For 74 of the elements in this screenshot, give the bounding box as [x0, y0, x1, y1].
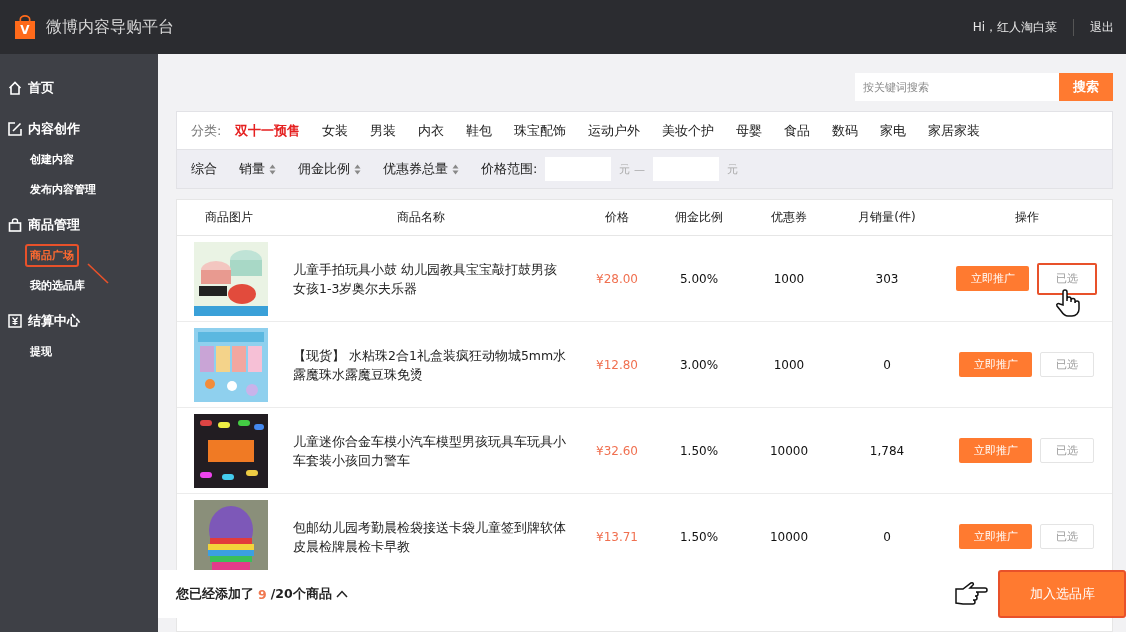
sidebar-item[interactable]: 提现 — [25, 340, 57, 363]
sales-cell-text: 303 — [874, 271, 900, 286]
edit-icon — [8, 122, 22, 136]
sidebar-section[interactable]: 内容创作 — [28, 120, 80, 138]
column-header: 操作 — [1013, 209, 1040, 226]
sidebar-item[interactable]: 我的选品库 — [25, 274, 90, 297]
commission-cell-text: 1.50% — [678, 443, 720, 458]
price-cell-text: ¥32.60 — [595, 443, 639, 458]
yuan-icon — [8, 314, 22, 328]
sidebar-section[interactable]: 结算中心 — [28, 312, 80, 330]
category-tab[interactable]: 数码 — [832, 121, 859, 140]
user-greeting: Hi，红人淘白菜 — [972, 18, 1074, 36]
category-tab[interactable]: 家电 — [880, 121, 907, 140]
added-count: 9 — [258, 586, 267, 602]
commission-cell-text: 1.50% — [678, 529, 720, 544]
category-tab[interactable]: 鞋包 — [466, 121, 493, 140]
price-cell-text: ¥28.00 — [595, 271, 639, 286]
sort-option[interactable]: 佣金比例 — [298, 160, 361, 178]
category-tab[interactable]: 珠宝配饰 — [514, 121, 567, 140]
price-range-label: 价格范围: — [481, 160, 538, 178]
column-header: 优惠券 — [770, 209, 808, 226]
sort-icon — [354, 163, 361, 175]
app-title: 微博内容导购平台 — [46, 16, 174, 38]
product-name: 包邮幼儿园考勤晨检袋接送卡袋儿童签到牌软体皮晨检牌晨检卡早教 — [292, 518, 567, 556]
coupon-cell-text: 1000 — [772, 357, 806, 372]
column-header: 商品名称 — [396, 209, 446, 226]
category-tab[interactable]: 双十一预售 — [235, 121, 301, 140]
sidebar-item[interactable]: 创建内容 — [25, 148, 79, 171]
category-tab[interactable]: 内衣 — [418, 121, 445, 140]
category-tab[interactable]: 食品 — [784, 121, 811, 140]
sales-cell-text: 0 — [882, 529, 892, 544]
coupon-cell-text: 10000 — [768, 443, 810, 458]
search-field[interactable]: 按关键词搜索 — [855, 73, 1059, 101]
sidebar-section[interactable]: 首页 — [28, 79, 54, 97]
unit-label: 元 — — [619, 161, 645, 177]
sort-icon — [452, 163, 459, 175]
hand-cursor-icon — [1055, 288, 1081, 317]
product-name: 儿童手拍玩具小鼓 幼儿园教具宝宝敲打鼓男孩女孩1-3岁奥尔夫乐器 — [292, 260, 558, 298]
category-tab[interactable]: 运动户外 — [588, 121, 641, 140]
sort-option[interactable]: 优惠券总量 — [383, 160, 459, 178]
product-name: 【现货】 水粘珠2合1礼盒装疯狂动物城5mm水露魔珠水露魔豆珠免烫 — [292, 346, 568, 384]
category-tab[interactable]: 男装 — [370, 121, 397, 140]
sort-option[interactable]: 销量 — [239, 160, 276, 178]
sidebar-section[interactable]: 商品管理 — [28, 216, 80, 234]
sales-cell-text: 0 — [882, 357, 892, 372]
price-cell-text: ¥13.71 — [595, 529, 639, 544]
column-header: 价格 — [604, 209, 630, 226]
column-header: 佣金比例 — [674, 209, 724, 226]
sort-icon — [269, 163, 276, 175]
pointing-hand-icon — [954, 581, 988, 607]
commission-cell-text: 3.00% — [678, 357, 720, 372]
category-tab[interactable]: 家居家装 — [928, 121, 981, 140]
sales-cell-text: 1,784 — [868, 443, 906, 458]
column-header: 商品图片 — [204, 209, 254, 226]
category-tab[interactable]: 美妆个护 — [662, 121, 715, 140]
coupon-cell-text: 1000 — [772, 271, 806, 286]
commission-cell-text: 5.00% — [678, 271, 720, 286]
added-count-label: 您已经添加了 — [176, 585, 254, 603]
price-cell-text: ¥12.80 — [595, 357, 639, 372]
category-tab[interactable]: 女装 — [322, 121, 349, 140]
sidebar-item[interactable]: 发布内容管理 — [25, 178, 101, 201]
unit-label: 元 — [726, 161, 738, 177]
category-tab[interactable]: 母婴 — [736, 121, 763, 140]
logout-link[interactable]: 退出 — [1074, 18, 1114, 36]
added-limit-label: /20个商品 — [270, 585, 332, 603]
home-icon — [8, 81, 22, 95]
category-label: 分类: — [191, 121, 222, 140]
sidebar-item[interactable]: 商品广场 — [25, 244, 79, 267]
product-name: 儿童迷你合金车模小汽车模型男孩玩具车玩具小车套装小孩回力警车 — [292, 432, 567, 470]
column-header: 月销量(件) — [857, 209, 917, 226]
bag-icon — [8, 218, 22, 232]
sort-option[interactable]: 综合 — [191, 160, 217, 178]
coupon-cell-text: 10000 — [768, 529, 810, 544]
chevron-up-icon[interactable] — [335, 590, 348, 598]
